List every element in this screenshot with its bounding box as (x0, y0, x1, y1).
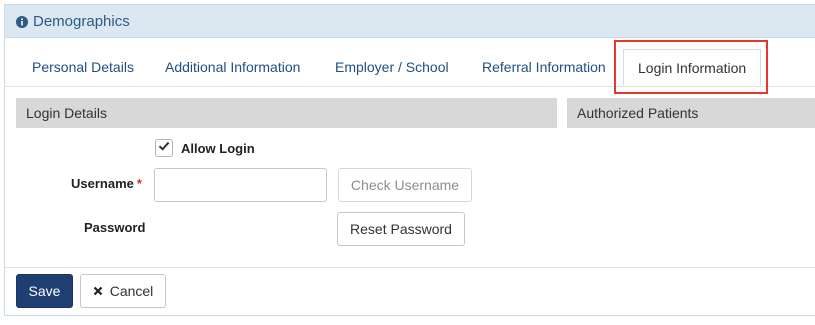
allow-login-label: Allow Login (181, 141, 255, 156)
username-input[interactable] (154, 168, 327, 202)
tab-login-information[interactable]: Login Information (623, 49, 762, 86)
close-icon (93, 283, 103, 299)
checkmark-icon (158, 139, 170, 157)
tab-additional-information[interactable]: Additional Information (165, 49, 300, 86)
login-details-header: Login Details (16, 98, 557, 128)
panel-header: Demographics (5, 5, 815, 38)
tab-employer-school[interactable]: Employer / School (335, 49, 449, 86)
footer-divider (5, 267, 815, 268)
demographics-panel: Demographics Personal Details Additional… (4, 4, 815, 316)
tab-personal-details[interactable]: Personal Details (32, 49, 134, 86)
authorized-patients-header: Authorized Patients (567, 98, 815, 128)
allow-login-checkbox[interactable] (155, 139, 173, 157)
username-label: Username * (71, 176, 142, 191)
save-button[interactable]: Save (16, 274, 73, 308)
required-asterisk: * (136, 176, 142, 191)
cancel-button[interactable]: Cancel (80, 274, 166, 308)
reset-password-button[interactable]: Reset Password (337, 212, 465, 246)
password-label: Password (84, 220, 146, 235)
check-username-button[interactable]: Check Username (338, 168, 472, 202)
panel-title: Demographics (33, 12, 130, 30)
tab-referral-information[interactable]: Referral Information (482, 49, 606, 86)
username-label-text: Username (71, 176, 134, 191)
tab-bar: Personal Details Additional Information … (5, 49, 815, 87)
cancel-label: Cancel (109, 283, 154, 299)
info-circle-icon (16, 15, 28, 28)
